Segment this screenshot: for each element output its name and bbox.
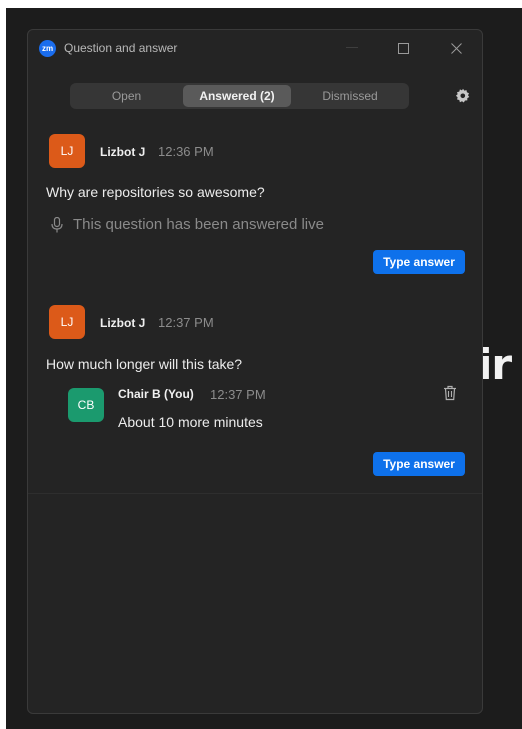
minimize-icon bbox=[346, 47, 358, 48]
tab-open[interactable]: Open bbox=[70, 83, 183, 109]
maximize-icon bbox=[397, 42, 409, 54]
question-time: 12:36 PM bbox=[158, 144, 214, 159]
reply-avatar: CB bbox=[68, 388, 104, 422]
close-icon bbox=[450, 42, 462, 54]
question-text: Why are repositories so awesome? bbox=[46, 184, 265, 200]
gear-icon[interactable] bbox=[455, 88, 471, 104]
reply-text: About 10 more minutes bbox=[118, 414, 263, 430]
zoom-logo-icon: zm bbox=[39, 40, 56, 57]
close-button[interactable] bbox=[441, 34, 471, 62]
tab-bar: Open Answered (2) Dismissed bbox=[70, 83, 409, 109]
avatar: LJ bbox=[49, 305, 85, 339]
divider bbox=[28, 493, 482, 494]
trash-icon[interactable] bbox=[443, 385, 457, 401]
window-title: Question and answer bbox=[64, 41, 178, 55]
reply-author: Chair B (You) bbox=[118, 387, 194, 401]
minimize-button[interactable] bbox=[337, 34, 367, 62]
answered-live-status: This question has been answered live bbox=[51, 216, 324, 233]
answered-live-text: This question has been answered live bbox=[73, 216, 324, 233]
title-bar[interactable]: zm Question and answer bbox=[28, 30, 482, 66]
qa-window: zm Question and answer Open Answered (2)… bbox=[27, 29, 483, 714]
question-time: 12:37 PM bbox=[158, 315, 214, 330]
avatar: LJ bbox=[49, 134, 85, 168]
maximize-button[interactable] bbox=[388, 34, 418, 62]
reply-time: 12:37 PM bbox=[210, 387, 266, 402]
tab-answered[interactable]: Answered (2) bbox=[183, 85, 291, 107]
tab-dismissed[interactable]: Dismissed bbox=[291, 83, 409, 109]
microphone-icon bbox=[51, 216, 63, 232]
type-answer-button[interactable]: Type answer bbox=[373, 452, 465, 476]
question-author: Lizbot J bbox=[100, 316, 146, 330]
question-author: Lizbot J bbox=[100, 145, 146, 159]
type-answer-button[interactable]: Type answer bbox=[373, 250, 465, 274]
question-text: How much longer will this take? bbox=[46, 356, 243, 372]
